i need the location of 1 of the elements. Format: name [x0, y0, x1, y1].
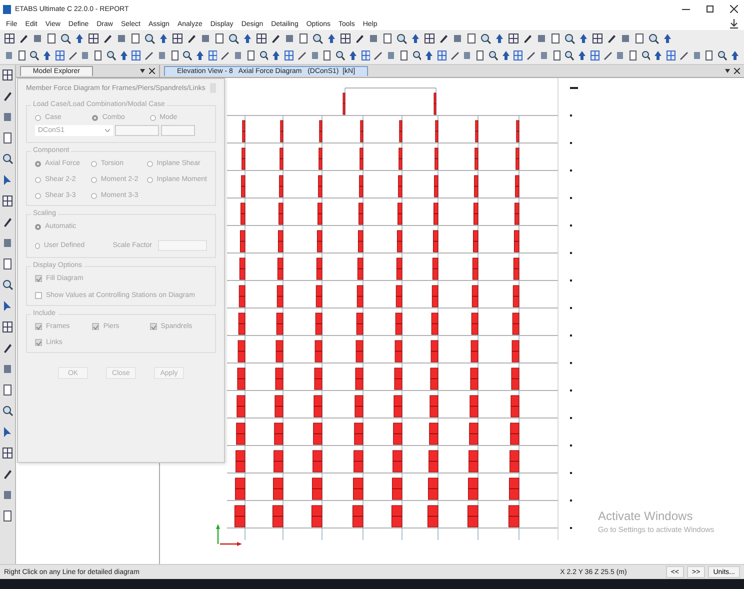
activation-notice-title: Activate Windows: [598, 509, 694, 523]
